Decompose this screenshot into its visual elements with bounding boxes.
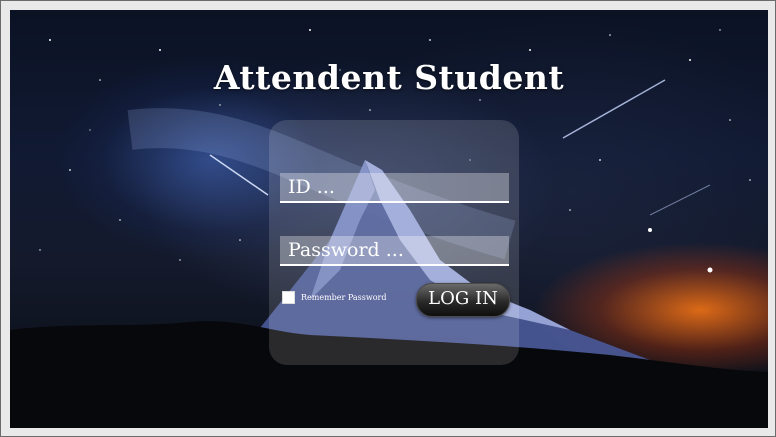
id-input[interactable] <box>280 173 509 203</box>
remember-password-option[interactable]: Remember Password <box>282 291 387 304</box>
app-title: Attendent Student <box>213 58 565 97</box>
password-input[interactable] <box>280 236 509 266</box>
window-frame: Attendent Student Remember Password LOG … <box>0 0 776 437</box>
remember-password-checkbox[interactable] <box>282 291 295 304</box>
login-panel: Remember Password LOG IN <box>269 120 519 365</box>
remember-password-label: Remember Password <box>301 293 387 302</box>
login-button[interactable]: LOG IN <box>416 283 510 317</box>
background-scene: Attendent Student Remember Password LOG … <box>10 10 768 428</box>
